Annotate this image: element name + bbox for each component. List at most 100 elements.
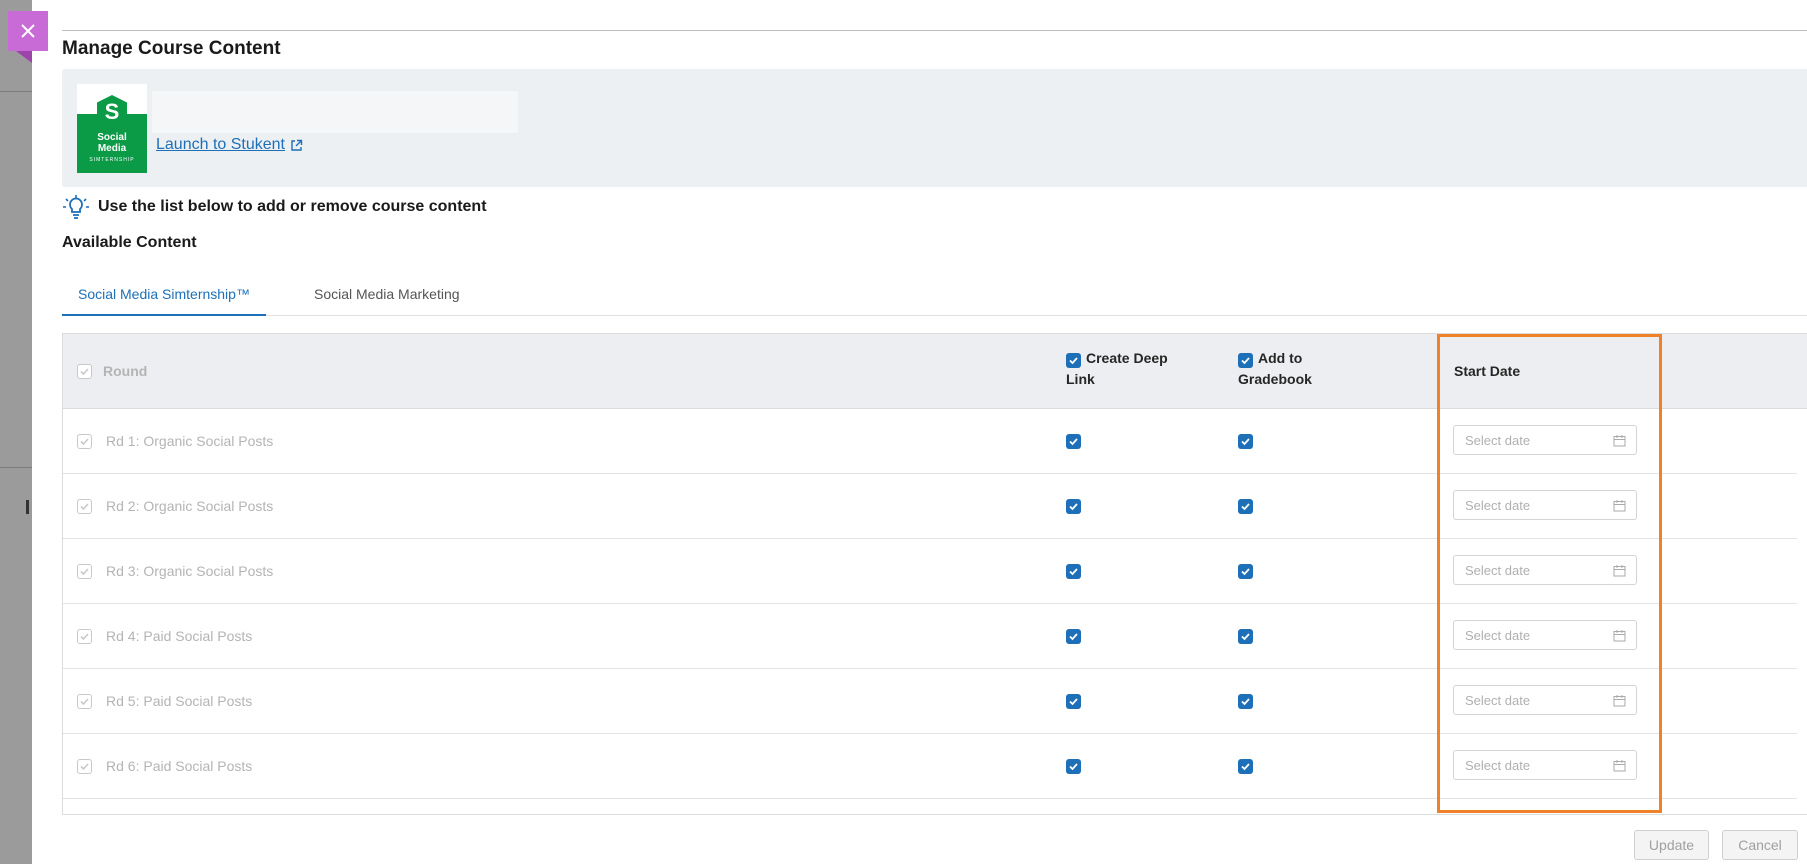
table-row: Rd 2: Organic Social Posts Select date: [63, 474, 1797, 539]
check-icon: [1241, 698, 1250, 706]
gradebook-select-all-checkbox[interactable]: [1238, 353, 1253, 368]
check-icon: [1069, 633, 1078, 641]
date-placeholder: Select date: [1465, 628, 1531, 643]
tab-social-media-simternship[interactable]: Social Media Simternship™: [62, 286, 266, 316]
backdrop: [0, 0, 32, 864]
table-row: Rd 3: Organic Social Posts Select date: [63, 539, 1797, 604]
round-checkbox[interactable]: [77, 499, 92, 514]
check-icon: [80, 568, 89, 576]
table-row: Rd 6: Paid Social Posts Select date: [63, 734, 1797, 799]
check-icon: [1241, 503, 1250, 511]
check-icon: [1241, 438, 1250, 446]
lightbulb-icon: [63, 195, 89, 219]
date-placeholder: Select date: [1465, 563, 1531, 578]
table-row: Rd 1: Organic Social Posts Select date: [63, 409, 1797, 474]
round-header: Round: [103, 363, 148, 379]
gradebook-header-line2: Gradebook: [1238, 371, 1312, 387]
check-icon: [80, 763, 89, 771]
course-logo: S Social Media SIMTERNSHIP: [77, 84, 147, 173]
start-date-picker[interactable]: Select date: [1453, 555, 1637, 585]
check-icon: [1069, 568, 1078, 576]
update-button[interactable]: Update: [1634, 830, 1709, 860]
start-date-picker[interactable]: Select date: [1453, 425, 1637, 455]
round-checkbox[interactable]: [77, 694, 92, 709]
manage-content-panel: Manage Course Content S Social Media SIMT…: [32, 0, 1807, 864]
gradebook-checkbox[interactable]: [1238, 499, 1253, 514]
hint-text: Use the list below to add or remove cour…: [98, 198, 487, 215]
deep-link-header-line1: Create Deep: [1086, 350, 1168, 366]
check-icon: [1241, 357, 1250, 365]
check-icon: [80, 633, 89, 641]
start-date-picker[interactable]: Select date: [1453, 620, 1637, 650]
start-date-header: Start Date: [1454, 363, 1521, 379]
calendar-icon: [1613, 630, 1626, 642]
close-icon: [21, 24, 35, 38]
check-icon: [80, 438, 89, 446]
backdrop-divider: [0, 91, 32, 92]
gradebook-checkbox[interactable]: [1238, 564, 1253, 579]
gradebook-checkbox[interactable]: [1238, 629, 1253, 644]
hint-row: Use the list below to add or remove cour…: [62, 193, 487, 221]
start-date-picker[interactable]: Select date: [1453, 685, 1637, 715]
check-icon: [1241, 633, 1250, 641]
gradebook-checkbox[interactable]: [1238, 434, 1253, 449]
deep-link-select-all-checkbox[interactable]: [1066, 353, 1081, 368]
check-icon: [80, 503, 89, 511]
gradebook-header-line1: Add to: [1258, 350, 1303, 366]
deep-link-checkbox[interactable]: [1066, 434, 1081, 449]
check-icon: [80, 698, 89, 706]
round-label: Rd 3: Organic Social Posts: [106, 563, 274, 579]
date-placeholder: Select date: [1465, 498, 1531, 513]
deep-link-checkbox[interactable]: [1066, 694, 1081, 709]
content-table: Round Create Deep Link Add to Gradebook …: [62, 333, 1807, 815]
cancel-button[interactable]: Cancel: [1722, 830, 1798, 860]
page-title: Manage Course Content: [62, 38, 281, 59]
round-checkbox[interactable]: [77, 564, 92, 579]
calendar-icon: [1613, 695, 1626, 707]
round-label: Rd 4: Paid Social Posts: [106, 628, 253, 644]
check-icon: [1241, 568, 1250, 576]
round-checkbox[interactable]: [77, 759, 92, 774]
backdrop-divider: [0, 467, 32, 468]
start-date-picker[interactable]: Select date: [1453, 750, 1637, 780]
round-label: Rd 6: Paid Social Posts: [106, 758, 253, 774]
round-select-all-checkbox[interactable]: [77, 364, 92, 379]
check-icon: [1241, 763, 1250, 771]
calendar-icon: [1613, 500, 1626, 512]
check-icon: [80, 368, 89, 376]
top-divider: [62, 30, 1807, 31]
round-label: Rd 5: Paid Social Posts: [106, 693, 253, 709]
deep-link-checkbox[interactable]: [1066, 759, 1081, 774]
check-icon: [1069, 357, 1078, 365]
course-title-placeholder: [152, 91, 518, 133]
gradebook-checkbox[interactable]: [1238, 694, 1253, 709]
table-header: Round Create Deep Link Add to Gradebook …: [63, 334, 1807, 409]
date-placeholder: Select date: [1465, 758, 1531, 773]
date-placeholder: Select date: [1465, 433, 1531, 448]
check-icon: [1069, 503, 1078, 511]
check-icon: [1069, 438, 1078, 446]
launch-to-stukent-link[interactable]: Launch to Stukent: [156, 136, 303, 154]
backdrop-glyph: [26, 500, 29, 514]
close-button[interactable]: [8, 11, 48, 63]
round-label: Rd 1: Organic Social Posts: [106, 433, 274, 449]
start-date-picker[interactable]: Select date: [1453, 490, 1637, 520]
round-label: Rd 2: Organic Social Posts: [106, 498, 274, 514]
table-row: Rd 4: Paid Social Posts Select date: [63, 604, 1797, 669]
date-placeholder: Select date: [1465, 693, 1531, 708]
deep-link-checkbox[interactable]: [1066, 564, 1081, 579]
gradebook-checkbox[interactable]: [1238, 759, 1253, 774]
calendar-icon: [1613, 760, 1626, 772]
round-checkbox[interactable]: [77, 434, 92, 449]
check-icon: [1069, 763, 1078, 771]
table-row: Rd 5: Paid Social Posts Select date: [63, 669, 1797, 734]
round-checkbox[interactable]: [77, 629, 92, 644]
deep-link-checkbox[interactable]: [1066, 499, 1081, 514]
deep-link-checkbox[interactable]: [1066, 629, 1081, 644]
tab-social-media-marketing[interactable]: Social Media Marketing: [314, 286, 460, 316]
deep-link-header-line2: Link: [1066, 371, 1095, 387]
calendar-icon: [1613, 565, 1626, 577]
check-icon: [1069, 698, 1078, 706]
content-tabs: Social Media Simternship™ Social Media M…: [62, 272, 1807, 316]
available-content-heading: Available Content: [62, 234, 197, 251]
